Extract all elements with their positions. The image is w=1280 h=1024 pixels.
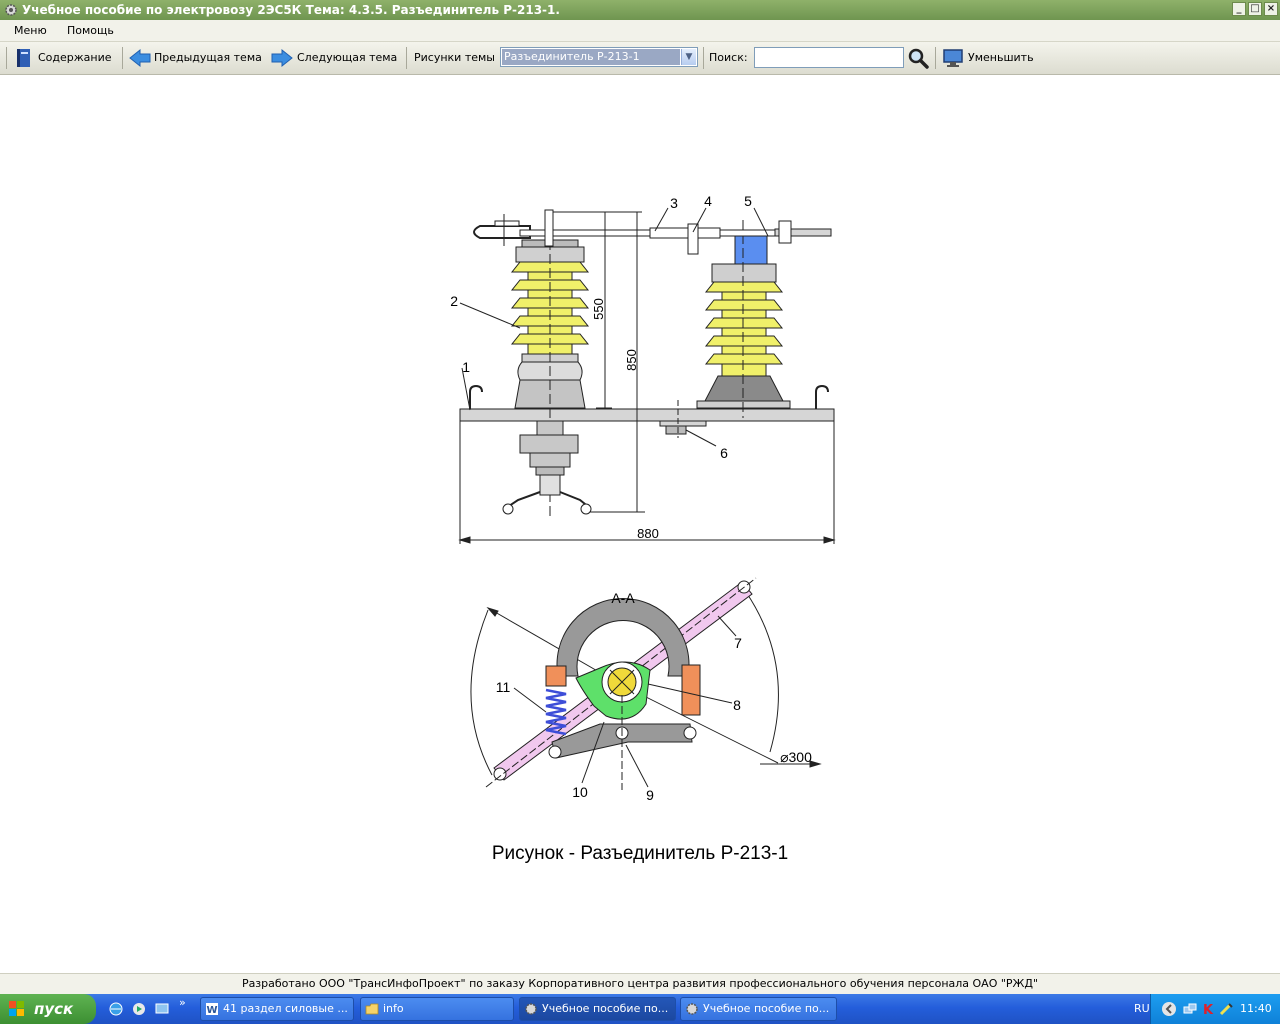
label-1: 1 <box>462 359 470 375</box>
svg-text:K: K <box>1203 1003 1214 1017</box>
label-3: 3 <box>670 195 678 211</box>
task-label-1: 41 раздел силовые ... <box>223 1002 348 1015</box>
arrow-left-icon[interactable] <box>128 48 152 68</box>
label-9: 9 <box>646 787 654 803</box>
menu-item-help[interactable]: Помощь <box>67 24 114 37</box>
window-title: Учебное пособие по электровозу 2ЭС5К Тем… <box>22 3 560 17</box>
figures-select-value: Разъединитель Р-213-1 <box>502 49 680 65</box>
footer-credits: Разработано ООО "ТрансИнфоПроект" по зак… <box>0 973 1280 994</box>
search-label: Поиск: <box>709 51 748 64</box>
gear-icon <box>5 4 17 16</box>
antivirus-icon[interactable]: K <box>1200 1001 1216 1017</box>
figure-caption: Рисунок - Разъединитель Р-213-1 <box>491 843 789 864</box>
book-icon <box>17 49 30 67</box>
task-manual-active[interactable]: Учебное пособие по... <box>519 997 676 1021</box>
svg-text:W: W <box>206 1005 217 1016</box>
label-2: 2 <box>450 293 458 309</box>
tool-icon[interactable] <box>1218 1001 1234 1017</box>
next-topic-button[interactable]: Следующая тема <box>297 51 397 64</box>
media-player-icon[interactable] <box>131 1001 147 1017</box>
menu-item-menu[interactable]: Меню <box>14 24 47 37</box>
browser-icon[interactable] <box>108 1001 124 1017</box>
word-icon: W <box>206 1003 218 1016</box>
label-7: 7 <box>734 635 742 651</box>
search-input[interactable] <box>754 47 904 68</box>
window-titlebar[interactable]: Учебное пособие по электровозу 2ЭС5К Тем… <box>0 0 1280 20</box>
arrow-right-icon[interactable] <box>270 48 294 68</box>
dimension-850: 850 <box>624 349 639 371</box>
gear-icon <box>686 1003 698 1015</box>
base-plate <box>459 408 835 422</box>
task-folder-info[interactable]: info <box>360 997 514 1021</box>
disconnector-side-view <box>458 207 836 544</box>
language-indicator[interactable]: RU <box>1134 1002 1150 1015</box>
gear-icon <box>525 1003 537 1015</box>
tray-back-icon[interactable] <box>1161 1001 1177 1017</box>
close-button[interactable]: × <box>1264 2 1278 16</box>
task-label-3: Учебное пособие по... <box>542 1002 669 1015</box>
disconnector-figure: 1 2 3 4 5 6 550 850 880 А-А 7 8 9 10 11 … <box>450 193 836 803</box>
search-icon[interactable] <box>907 47 929 69</box>
prev-topic-button[interactable]: Предыдущая тема <box>154 51 262 64</box>
contents-button[interactable]: Содержание <box>38 51 112 64</box>
task-label-4: Учебное пособие по... <box>703 1002 830 1015</box>
maximize-button[interactable]: □ <box>1248 2 1262 16</box>
figures-label: Рисунки темы <box>414 51 495 64</box>
clock: 11:40 <box>1240 1002 1272 1015</box>
dimension-880: 880 <box>637 526 659 541</box>
taskbar: пуск » W 41 раздел силовые ... info Учеб… <box>0 994 1280 1024</box>
label-8: 8 <box>733 697 741 713</box>
task-word-document[interactable]: W 41 раздел силовые ... <box>200 997 354 1021</box>
desktop-icon[interactable] <box>154 1001 170 1017</box>
dimension-550: 550 <box>591 298 606 320</box>
dimension-300: ⌀300 <box>780 749 812 765</box>
menu-bar: Меню Помощь <box>0 20 1280 42</box>
label-5: 5 <box>744 193 752 209</box>
monitor-icon <box>943 49 963 67</box>
figures-select[interactable]: Разъединитель Р-213-1 ▼ <box>500 47 698 67</box>
section-view <box>470 577 822 790</box>
windows-logo-icon <box>9 1001 24 1016</box>
contact-block <box>734 233 768 265</box>
quicklaunch-expand-icon[interactable]: » <box>179 996 195 1012</box>
label-4: 4 <box>704 193 712 209</box>
network-icon[interactable] <box>1182 1001 1198 1017</box>
chevron-down-icon[interactable]: ▼ <box>681 49 696 65</box>
minimize-button[interactable]: _ <box>1232 2 1246 16</box>
label-10: 10 <box>572 784 588 800</box>
section-label: А-А <box>611 590 635 606</box>
task-manual-2[interactable]: Учебное пособие по... <box>680 997 837 1021</box>
label-11: 11 <box>496 679 511 695</box>
right-insulator <box>704 281 784 377</box>
task-label-2: info <box>383 1002 404 1015</box>
start-button[interactable]: пуск <box>0 994 96 1024</box>
system-tray: RU K 11:40 <box>1134 994 1280 1024</box>
reduce-button[interactable]: Уменьшить <box>968 51 1034 64</box>
folder-icon <box>365 1003 379 1015</box>
start-label: пуск <box>34 1000 74 1018</box>
label-6: 6 <box>720 445 728 461</box>
